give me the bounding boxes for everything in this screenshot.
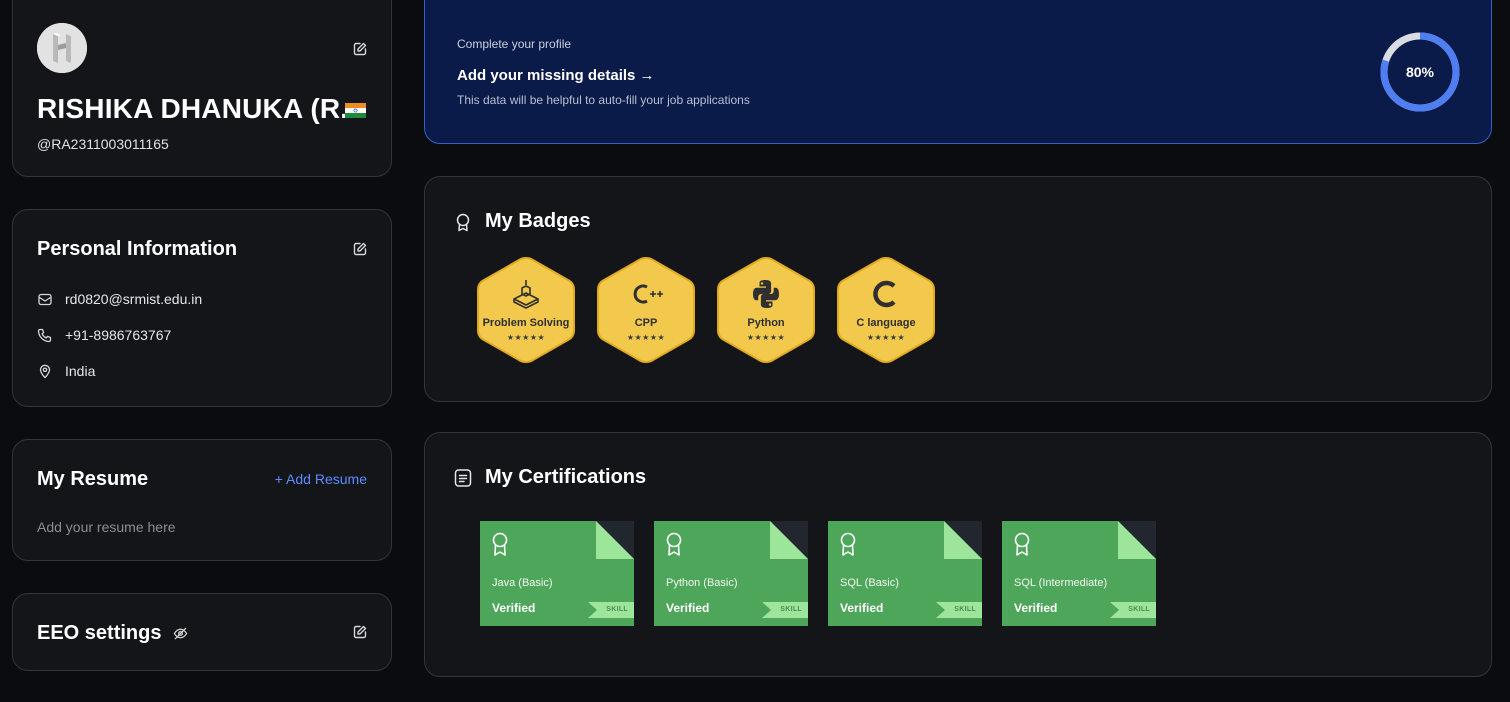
badge-stars: ★★★★★ <box>746 333 786 342</box>
location-row: India <box>37 363 95 379</box>
phone-icon <box>37 327 53 343</box>
phone-row: +91-8986763767 <box>37 327 171 343</box>
banner-kicker: Complete your profile <box>457 37 572 51</box>
resume-title: My Resume <box>37 468 149 490</box>
resume-hint: Add your resume here <box>37 519 176 535</box>
edit-eeo-settings-icon[interactable] <box>352 624 368 640</box>
profile-progress-label: 80% <box>1405 64 1435 80</box>
document-icon <box>453 468 473 488</box>
certificate-name: SQL (Basic) <box>840 577 899 589</box>
location-value: India <box>65 363 96 379</box>
profile-handle: @RA2311003011165 <box>37 136 169 152</box>
certificate-ribbon-icon <box>1012 531 1032 557</box>
certificate-sql-basic[interactable]: SQL (Basic) Verified SKILL <box>828 521 982 626</box>
certificate-name: Python (Basic) <box>666 577 738 589</box>
problem-solving-icon <box>475 277 577 316</box>
india-flag-icon <box>345 103 366 118</box>
corner-fold <box>596 521 634 559</box>
badge-name: Python <box>747 317 785 329</box>
eeo-settings-label: EEO settings <box>37 622 162 644</box>
skill-tag: SKILL <box>588 602 634 618</box>
python-icon <box>715 277 817 316</box>
badge-name: Problem Solving <box>482 317 570 329</box>
email-row: rd0820@srmist.edu.in <box>37 291 202 307</box>
badge-c-language[interactable]: C language ★★★★★ <box>835 255 937 365</box>
complete-profile-banner[interactable]: Complete your profile Add your missing d… <box>424 0 1492 144</box>
certificate-python-basic[interactable]: Python (Basic) Verified SKILL <box>654 521 808 626</box>
c-language-icon <box>835 277 937 316</box>
avatar[interactable] <box>37 23 87 73</box>
banner-description: This data will be helpful to auto-fill y… <box>457 93 750 107</box>
profile-card: RISHIKA DHANUKA (R... @RA2311003011165 <box>12 0 392 177</box>
certifications-card: My Certifications Java (Basic) Verified … <box>424 432 1492 677</box>
certifications-heading: My Certifications <box>453 466 646 489</box>
badge-stars: ★★★★★ <box>506 333 546 342</box>
personal-information-title: Personal Information <box>37 238 238 260</box>
badge-name: CPP <box>634 317 658 329</box>
add-resume-link[interactable]: + Add Resume <box>275 471 367 487</box>
badge-stars: ★★★★★ <box>626 333 666 342</box>
phone-value: +91-8986763767 <box>65 327 172 343</box>
edit-profile-icon[interactable] <box>352 41 368 57</box>
badge-problem-solving[interactable]: Problem Solving ★★★★★ <box>475 255 577 365</box>
certificate-java-basic[interactable]: Java (Basic) Verified SKILL <box>480 521 634 626</box>
skill-tag: SKILL <box>762 602 808 618</box>
certificate-name: Java (Basic) <box>492 577 553 589</box>
certifications-title: My Certifications <box>485 466 647 488</box>
corner-fold <box>944 521 982 559</box>
skill-tag: SKILL <box>936 602 982 618</box>
badges-title: My Badges <box>485 210 591 232</box>
badges-card: My Badges Problem Solving ★★★★★ CPP ★★★★… <box>424 176 1492 402</box>
certificate-status: Verified <box>666 601 710 615</box>
certificate-name: SQL (Intermediate) <box>1014 577 1108 589</box>
mail-icon <box>37 291 53 307</box>
resume-card: My Resume + Add Resume Add your resume h… <box>12 439 392 561</box>
badge-cpp[interactable]: CPP ★★★★★ <box>595 255 697 365</box>
cpp-icon <box>595 277 697 316</box>
skill-tag: SKILL <box>1110 602 1156 618</box>
badge-stars: ★★★★★ <box>866 333 906 342</box>
certificate-ribbon-icon <box>838 531 858 557</box>
certificate-status: Verified <box>1014 601 1058 615</box>
personal-information-card: Personal Information rd0820@srmist.edu.i… <box>12 209 392 407</box>
eeo-settings-title: EEO settings <box>37 622 188 645</box>
corner-fold <box>770 521 808 559</box>
certificate-status: Verified <box>840 601 884 615</box>
location-pin-icon <box>37 363 53 379</box>
profile-name: RISHIKA DHANUKA (R... <box>37 93 365 124</box>
edit-personal-info-icon[interactable] <box>352 241 368 257</box>
certificate-sql-intermediate[interactable]: SQL (Intermediate) Verified SKILL <box>1002 521 1156 626</box>
award-icon <box>453 212 473 232</box>
corner-fold <box>1118 521 1156 559</box>
badge-python[interactable]: Python ★★★★★ <box>715 255 817 365</box>
eye-off-icon <box>173 626 188 641</box>
badges-heading: My Badges <box>453 210 591 233</box>
eeo-settings-card: EEO settings <box>12 593 392 671</box>
certificate-status: Verified <box>492 601 536 615</box>
certificate-ribbon-icon <box>664 531 684 557</box>
certificate-ribbon-icon <box>490 531 510 557</box>
email-value: rd0820@srmist.edu.in <box>65 291 203 307</box>
badge-name: C language <box>856 317 916 329</box>
add-missing-details-link[interactable]: Add your missing details → <box>457 67 655 84</box>
avatar-logo-icon <box>37 23 87 73</box>
